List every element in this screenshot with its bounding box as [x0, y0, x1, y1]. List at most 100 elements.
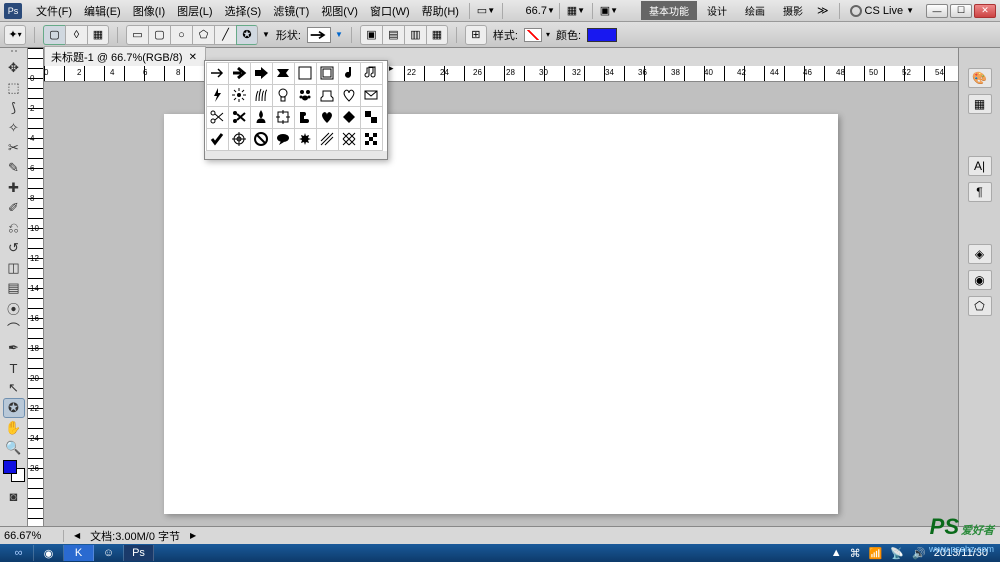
shape-lightning[interactable]: [206, 84, 229, 107]
history-brush-icon[interactable]: ↺: [3, 238, 25, 258]
shape-hatch[interactable]: [316, 128, 339, 151]
zoom-tool-icon[interactable]: 🔍: [3, 438, 25, 458]
fill-pixels-icon[interactable]: ▦: [87, 25, 109, 45]
shape-puzzle[interactable]: [294, 106, 317, 129]
shape-heart-solid[interactable]: [316, 106, 339, 129]
tab-close-icon[interactable]: ✕: [187, 52, 199, 63]
layers-panel-icon[interactable]: ◈: [968, 244, 992, 264]
eyedropper-tool-icon[interactable]: ✎: [3, 158, 25, 178]
exclude-path-icon[interactable]: ▦: [426, 25, 448, 45]
shape-tile[interactable]: [360, 106, 383, 129]
menu-view[interactable]: 视图(V): [315, 1, 364, 21]
menu-window[interactable]: 窗口(W): [364, 1, 416, 21]
shape-envelope[interactable]: [360, 84, 383, 107]
menu-filter[interactable]: 滤镜(T): [267, 1, 315, 21]
shape-frame[interactable]: [294, 62, 317, 85]
task-start-icon[interactable]: ∞: [4, 545, 34, 561]
wand-tool-icon[interactable]: ✧: [3, 118, 25, 138]
shape-scissors[interactable]: [206, 106, 229, 129]
tray-wifi-icon[interactable]: 📡: [890, 547, 904, 560]
workspace-design[interactable]: 设计: [699, 1, 735, 20]
type-tool-icon[interactable]: T: [3, 358, 25, 378]
line-icon[interactable]: ╱: [214, 25, 236, 45]
foreground-color[interactable]: [3, 460, 17, 474]
tray-up-icon[interactable]: ▲: [831, 547, 842, 559]
shape-checker[interactable]: [360, 128, 383, 151]
shape-target-sq[interactable]: [272, 106, 295, 129]
shape-burst[interactable]: [228, 84, 251, 107]
color-panel-icon[interactable]: 🎨: [968, 68, 992, 88]
gradient-tool-icon[interactable]: ▤: [3, 278, 25, 298]
heal-tool-icon[interactable]: ✚: [3, 178, 25, 198]
menu-image[interactable]: 图像(I): [127, 1, 171, 21]
roundrect-icon[interactable]: ▢: [148, 25, 170, 45]
status-left-icon[interactable]: ◀: [74, 531, 80, 540]
move-tool-icon[interactable]: ✥: [3, 58, 25, 78]
status-zoom[interactable]: 66.67%: [4, 530, 64, 542]
shape-diamond[interactable]: [338, 106, 361, 129]
shape-arrow-thin[interactable]: [206, 62, 229, 85]
menu-edit[interactable]: 编辑(E): [78, 1, 127, 21]
path-select-icon[interactable]: ↖: [3, 378, 25, 398]
zoom-input[interactable]: [507, 5, 547, 17]
shape-splat[interactable]: [294, 128, 317, 151]
polygon-icon[interactable]: ⬠: [192, 25, 214, 45]
canvas[interactable]: [164, 114, 838, 514]
brush-tool-icon[interactable]: ✐: [3, 198, 25, 218]
shape-note[interactable]: [338, 62, 361, 85]
paragraph-panel-icon[interactable]: ¶: [968, 182, 992, 202]
shape-bulb[interactable]: [272, 84, 295, 107]
window-close-icon[interactable]: ✕: [974, 4, 996, 18]
eraser-tool-icon[interactable]: ◫: [3, 258, 25, 278]
shape-tool-icon[interactable]: ✪: [3, 398, 25, 418]
workspace-painting[interactable]: 绘画: [737, 1, 773, 20]
shape-ribbon[interactable]: [272, 62, 295, 85]
shape-registration[interactable]: [228, 128, 251, 151]
shape-paw[interactable]: [294, 84, 317, 107]
shape-picker-chevron-icon[interactable]: ▼: [335, 30, 343, 39]
quickmask-icon[interactable]: ◙: [3, 486, 25, 506]
menu-select[interactable]: 选择(S): [219, 1, 268, 21]
status-doc-info[interactable]: 文档:3.00M/0 字节: [90, 528, 180, 544]
shape-frame2[interactable]: [316, 62, 339, 85]
shape-crosshatch[interactable]: [338, 128, 361, 151]
rect-icon[interactable]: ▭: [126, 25, 148, 45]
workspace-essentials[interactable]: 基本功能: [641, 1, 697, 20]
shape-grass[interactable]: [250, 84, 273, 107]
align-icon[interactable]: ⊞: [465, 25, 487, 45]
stamp-tool-icon[interactable]: ⎌: [3, 218, 25, 238]
shape-stamp[interactable]: [316, 84, 339, 107]
tray-network-icon[interactable]: 📶: [869, 547, 883, 560]
window-minimize-icon[interactable]: —: [926, 4, 948, 18]
tray-volume-icon[interactable]: 🔊: [912, 547, 926, 560]
task-kugou-icon[interactable]: K: [64, 545, 94, 561]
tray-bluetooth-icon[interactable]: ⌘: [850, 547, 861, 560]
shape-note2[interactable]: [360, 62, 383, 85]
panel-grip-icon[interactable]: [2, 50, 26, 56]
blur-tool-icon[interactable]: ⦿: [3, 298, 25, 318]
shape-scissors2[interactable]: [228, 106, 251, 129]
extras-icon[interactable]: ▣▼: [599, 3, 619, 19]
color-swatches[interactable]: [3, 460, 25, 482]
shape-fleur[interactable]: [250, 106, 273, 129]
window-maximize-icon[interactable]: ☐: [950, 4, 972, 18]
ellipse-icon[interactable]: ○: [170, 25, 192, 45]
cslive-button[interactable]: CS Live▼: [846, 5, 918, 17]
pen-tool-icon[interactable]: ✒: [3, 338, 25, 358]
hand-tool-icon[interactable]: ✋: [3, 418, 25, 438]
shape-speech[interactable]: [272, 128, 295, 151]
menu-layer[interactable]: 图层(L): [171, 1, 218, 21]
channels-panel-icon[interactable]: ◉: [968, 270, 992, 290]
subtract-path-icon[interactable]: ▤: [382, 25, 404, 45]
swatches-panel-icon[interactable]: ▦: [968, 94, 992, 114]
menu-file[interactable]: 文件(F): [30, 1, 78, 21]
style-swatch[interactable]: [524, 28, 542, 42]
paths-panel-icon[interactable]: ⬠: [968, 296, 992, 316]
arrange-icon[interactable]: ▦▼: [566, 3, 586, 19]
shape-arrow-block[interactable]: [250, 62, 273, 85]
shape-forbidden[interactable]: [250, 128, 273, 151]
menu-help[interactable]: 帮助(H): [416, 1, 465, 21]
workspace-more-icon[interactable]: ≫: [813, 4, 833, 17]
shape-options-chevron-icon[interactable]: ▼: [262, 30, 270, 39]
crop-tool-icon[interactable]: ✂: [3, 138, 25, 158]
